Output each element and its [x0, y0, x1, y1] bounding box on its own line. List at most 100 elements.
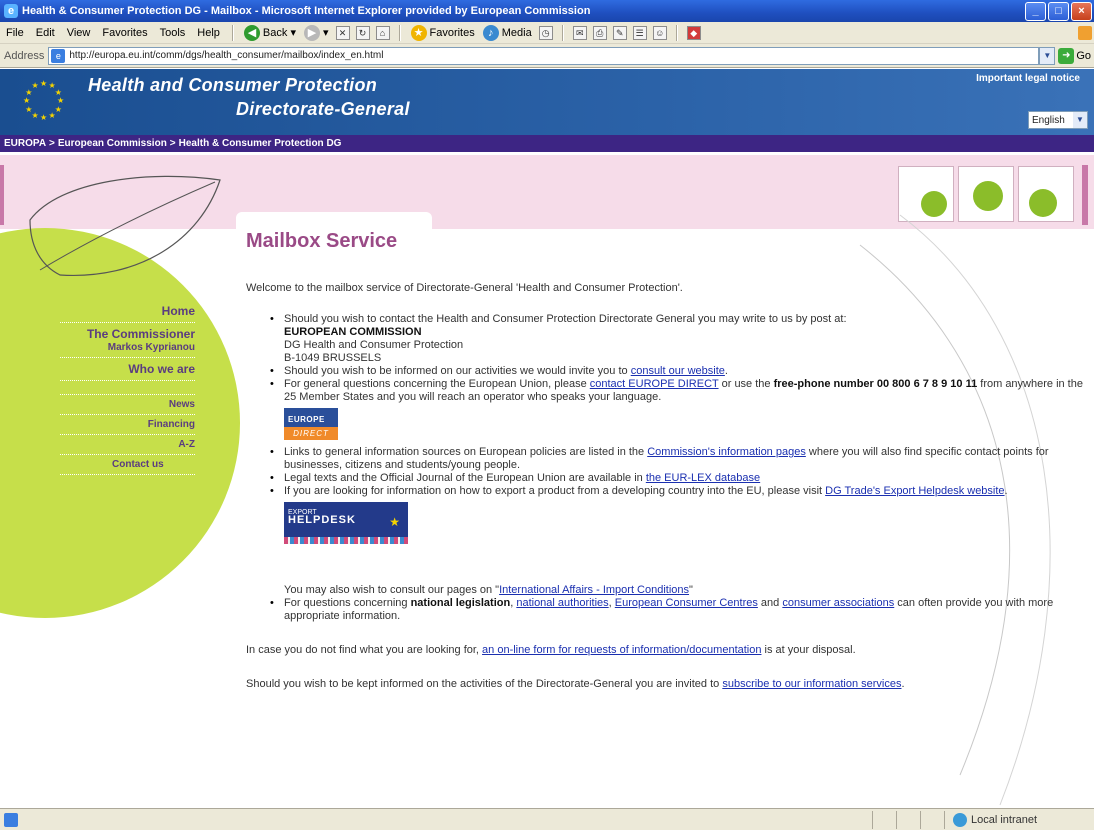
- star-icon: ★: [410, 24, 427, 41]
- go-arrow-icon: ➜: [1058, 47, 1075, 64]
- refresh-icon[interactable]: ↻: [355, 25, 370, 40]
- menu-edit[interactable]: Edit: [30, 27, 61, 39]
- language-select[interactable]: English ▼: [1028, 111, 1088, 129]
- messenger-icon[interactable]: ☺: [652, 25, 667, 40]
- website-text: Should you wish to be informed on our ac…: [284, 365, 631, 377]
- export-helpdesk-logo[interactable]: EXPORT HELPDESK ★: [284, 502, 408, 544]
- nav-commissioner-label: The Commissioner: [86, 327, 195, 341]
- nav-a-z[interactable]: A-Z: [60, 435, 195, 455]
- eu-star-icon: ★: [31, 110, 39, 120]
- main-content: Mailbox Service Welcome to the mailbox s…: [246, 226, 1088, 691]
- menu-bar: File Edit View Favorites Tools Help ◀ Bac…: [0, 22, 1094, 44]
- list-item: For questions concerning national legisl…: [270, 597, 1088, 623]
- forward-button[interactable]: ▶ ▾: [300, 24, 333, 41]
- nav-who-we-are[interactable]: Who we are: [60, 358, 195, 381]
- address-url: http://europa.eu.int/comm/dgs/health_con…: [69, 50, 384, 61]
- site-title-line1: Health and Consumer Protection: [88, 75, 378, 95]
- close-button[interactable]: ×: [1071, 1, 1092, 21]
- list-item: Should you wish to be informed on our ac…: [270, 365, 1088, 378]
- post-contact-text: Should you wish to contact the Health an…: [284, 313, 847, 325]
- toolbar-separator: [398, 24, 401, 41]
- import-conditions-link[interactable]: International Affairs - Import Condition…: [499, 584, 689, 596]
- mail-icon[interactable]: ✉: [572, 25, 587, 40]
- go-button[interactable]: ➜ Go: [1055, 47, 1094, 64]
- eu-star-icon: ★: [23, 96, 31, 105]
- breadcrumb-separator: >: [49, 138, 55, 149]
- address-line: B-1049 BRUSSELS: [284, 352, 382, 364]
- national-authorities-link[interactable]: national authorities: [516, 597, 608, 609]
- address-line: DG Health and Consumer Protection: [284, 339, 464, 351]
- consumer-centres-link[interactable]: European Consumer Centres: [615, 597, 758, 609]
- eur-lex-link[interactable]: the EUR-LEX database: [646, 472, 760, 484]
- stop-icon[interactable]: ✕: [335, 25, 350, 40]
- print-icon[interactable]: ⎙: [592, 25, 607, 40]
- favorites-button[interactable]: ★ Favorites: [407, 24, 479, 41]
- eu-star-icon: ★: [48, 110, 56, 120]
- edit-icon[interactable]: ✎: [612, 25, 627, 40]
- menu-favorites[interactable]: Favorites: [96, 27, 153, 39]
- research-icon[interactable]: ◆: [686, 25, 701, 40]
- nav-contact-us[interactable]: Contact us: [60, 455, 195, 475]
- title-bar: e Health & Consumer Protection DG - Mail…: [0, 0, 1094, 22]
- maximize-button[interactable]: □: [1048, 1, 1069, 21]
- list-item: Links to general information sources on …: [270, 446, 1088, 472]
- europe-direct-logo-top: EUROPE: [288, 415, 325, 424]
- history-icon[interactable]: ◷: [538, 25, 553, 40]
- europe-direct-logo[interactable]: EUROPE DIRECT: [284, 408, 338, 440]
- subscribe-link[interactable]: subscribe to our information services: [722, 678, 901, 690]
- list-item: Legal texts and the Official Journal of …: [270, 472, 1088, 485]
- commission-info-link[interactable]: Commission's information pages: [647, 446, 806, 458]
- media-icon: ♪: [482, 24, 499, 41]
- eu-questions-mid: or use the: [718, 378, 774, 390]
- page-done-icon: [4, 812, 18, 827]
- favorites-label: Favorites: [429, 26, 475, 39]
- media-button[interactable]: ♪ Media: [479, 24, 536, 41]
- menu-tools[interactable]: Tools: [154, 27, 192, 39]
- online-form-link[interactable]: an on-line form for requests of informat…: [482, 644, 761, 656]
- consult-text: You may also wish to consult our pages o…: [284, 584, 500, 596]
- minimize-button[interactable]: _: [1025, 1, 1046, 21]
- export-end: .: [1004, 485, 1008, 497]
- back-button[interactable]: ◀ Back ▾: [240, 24, 300, 41]
- breadcrumb-europa[interactable]: EUROPA: [4, 138, 46, 149]
- nav-financing[interactable]: Financing: [60, 415, 195, 435]
- site-header: ★ ★ ★ ★ ★ ★ ★ ★ ★ ★ ★ ★ Health and Consumer Protect…: [0, 69, 1094, 135]
- menu-view[interactable]: View: [61, 27, 97, 39]
- site-title-line2: Directorate-General: [236, 99, 410, 119]
- national-text: For questions concerning: [284, 597, 411, 609]
- address-input[interactable]: e http://europa.eu.int/comm/dgs/health_c…: [48, 46, 1040, 65]
- nav-commissioner-name: Markos Kyprianou: [107, 342, 195, 353]
- language-value: English: [1032, 114, 1065, 126]
- menu-help[interactable]: Help: [191, 27, 226, 39]
- europe-direct-link[interactable]: contact EUROPE DIRECT: [590, 378, 719, 390]
- intranet-icon: [953, 812, 967, 827]
- nav-news[interactable]: News: [60, 395, 195, 415]
- list-item: Should you wish to contact the Health an…: [270, 313, 1088, 365]
- browser-window: e Health & Consumer Protection DG - Mail…: [0, 0, 1094, 830]
- legal-notice-link[interactable]: Important legal notice: [976, 73, 1080, 84]
- window-title: Health & Consumer Protection DG - Mailbo…: [22, 5, 591, 17]
- discuss-icon[interactable]: ☰: [632, 25, 647, 40]
- address-dropdown-button[interactable]: ▼: [1039, 46, 1056, 65]
- media-label: Media: [501, 26, 532, 39]
- export-helpdesk-link[interactable]: DG Trade's Export Helpdesk website: [825, 485, 1004, 497]
- consumer-associations-link[interactable]: consumer associations: [782, 597, 894, 609]
- eu-star-icon: ★: [54, 87, 62, 97]
- home-icon[interactable]: ⌂: [375, 25, 390, 40]
- list-item: For general questions concerning the Eur…: [270, 378, 1088, 440]
- website-end: .: [724, 365, 728, 377]
- nav-commissioner[interactable]: The Commissioner Markos Kyprianou: [60, 323, 195, 358]
- back-arrow-icon: ◀: [243, 24, 260, 41]
- breadcrumb-commission[interactable]: European Commission: [58, 138, 167, 149]
- breadcrumb-dg[interactable]: Health & Consumer Protection DG: [179, 138, 342, 149]
- toolbar-separator: [675, 24, 678, 41]
- decorative-edge: [1082, 165, 1088, 225]
- status-bar: Local intranet: [0, 808, 1094, 830]
- freephone-number: free-phone number 00 800 6 7 8 9 10 11: [773, 378, 978, 390]
- menu-file[interactable]: File: [0, 27, 30, 39]
- national-legislation-text: national legislation: [410, 597, 511, 609]
- consult-website-link[interactable]: consult our website: [631, 365, 725, 377]
- nav-home[interactable]: Home: [60, 300, 195, 323]
- subscribe-paragraph: Should you wish to be kept informed on t…: [246, 677, 1088, 691]
- back-label: Back: [262, 26, 288, 39]
